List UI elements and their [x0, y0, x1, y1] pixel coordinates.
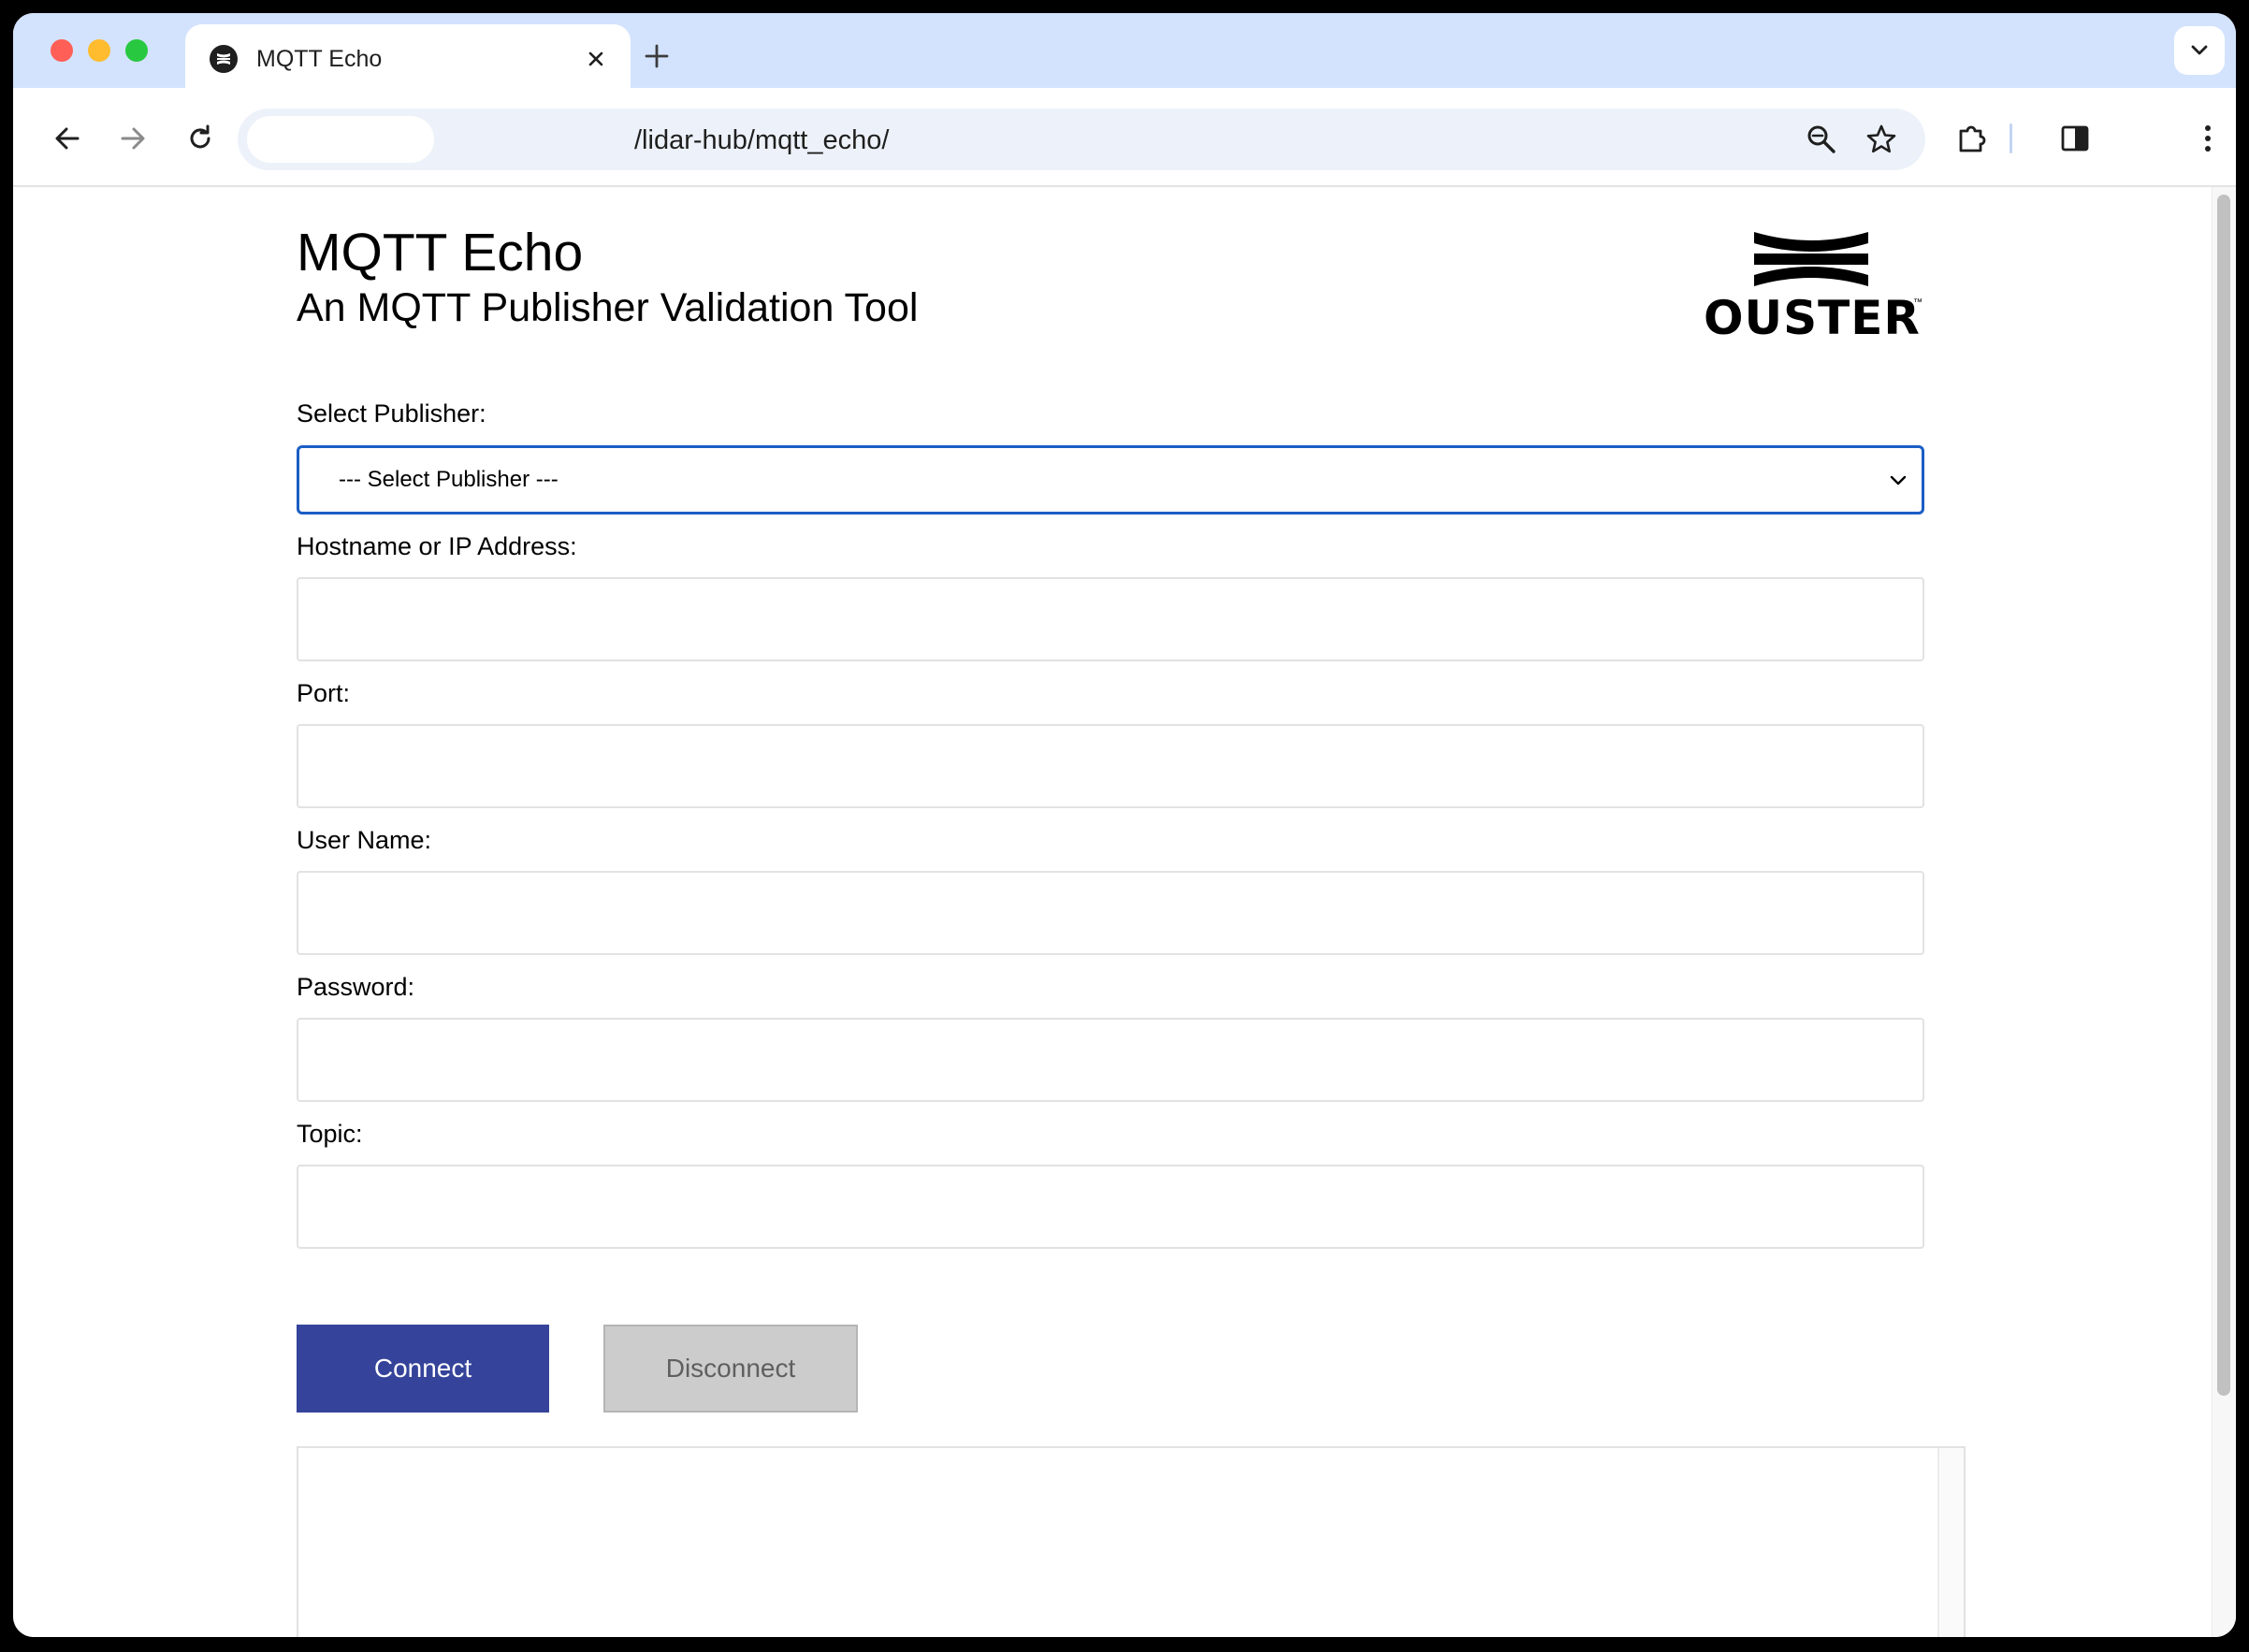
hostname-label: Hostname or IP Address:: [297, 532, 577, 560]
page-title: MQTT Echo: [297, 223, 584, 283]
back-arrow-icon[interactable]: [51, 122, 84, 155]
browser-toolbar: /lidar-hub/mqtt_echo/: [13, 88, 2236, 187]
ouster-favicon-icon: [210, 45, 238, 73]
toolbar-separator: [2010, 123, 2012, 153]
username-label: User Name:: [297, 826, 432, 854]
bookmark-star-icon[interactable]: [1864, 122, 1899, 157]
address-url: /lidar-hub/mqtt_echo/: [634, 125, 890, 155]
forward-arrow-icon[interactable]: [116, 122, 150, 155]
logo-wordmark: OUSTER: [1704, 291, 1921, 345]
port-label: Port:: [297, 679, 351, 707]
browser-window: MQTT Echo /lidar-hub/mqtt_echo/ MQTT Ech…: [13, 13, 2236, 1637]
close-window-button[interactable]: [51, 39, 73, 62]
page-scrollbar-thumb[interactable]: [2217, 195, 2230, 1396]
disconnect-button[interactable]: Disconnect: [603, 1325, 858, 1413]
publisher-select-value: --- Select Publisher ---: [339, 467, 559, 492]
output-scrollbar[interactable]: [1937, 1448, 1964, 1637]
hostname-input[interactable]: [297, 577, 1924, 661]
tab-search-button[interactable]: [2174, 26, 2225, 75]
password-label: Password:: [297, 973, 415, 1001]
tab-title: MQTT Echo: [256, 46, 383, 72]
site-info-chip[interactable]: [247, 116, 434, 163]
reload-icon[interactable]: [183, 122, 217, 155]
ouster-logo-mark-icon: [1754, 232, 1868, 286]
minimize-window-button[interactable]: [88, 39, 110, 62]
ouster-logo: OUSTER ™: [1704, 228, 1924, 350]
tab-mqtt-echo[interactable]: MQTT Echo: [185, 24, 631, 88]
page-scrollbar[interactable]: [2212, 187, 2236, 1637]
username-input[interactable]: [297, 871, 1924, 955]
tab-strip: MQTT Echo: [13, 13, 2236, 88]
password-input[interactable]: [297, 1018, 1924, 1102]
chevron-down-icon: [1888, 471, 1908, 491]
port-input[interactable]: [297, 724, 1924, 808]
address-bar[interactable]: /lidar-hub/mqtt_echo/: [238, 109, 1925, 170]
new-tab-icon[interactable]: [642, 41, 672, 71]
zoom-icon[interactable]: [1804, 122, 1839, 157]
publisher-label: Select Publisher:: [297, 399, 486, 427]
topic-label: Topic:: [297, 1120, 363, 1148]
browser-menu-icon[interactable]: [2191, 122, 2225, 155]
page-subtitle: An MQTT Publisher Validation Tool: [297, 285, 919, 330]
close-tab-icon[interactable]: [582, 45, 610, 73]
connect-button[interactable]: Connect: [297, 1325, 549, 1413]
logo-trademark: ™: [1913, 297, 1923, 308]
side-panel-icon[interactable]: [2058, 122, 2092, 155]
topic-input[interactable]: [297, 1165, 1924, 1249]
message-output-area[interactable]: [297, 1446, 1966, 1637]
chevron-down-icon: [2191, 45, 2208, 55]
maximize-window-button[interactable]: [125, 39, 148, 62]
extensions-puzzle-icon[interactable]: [1955, 122, 1989, 155]
publisher-select[interactable]: --- Select Publisher ---: [297, 445, 1924, 514]
page-viewport: MQTT Echo An MQTT Publisher Validation T…: [13, 187, 2236, 1637]
